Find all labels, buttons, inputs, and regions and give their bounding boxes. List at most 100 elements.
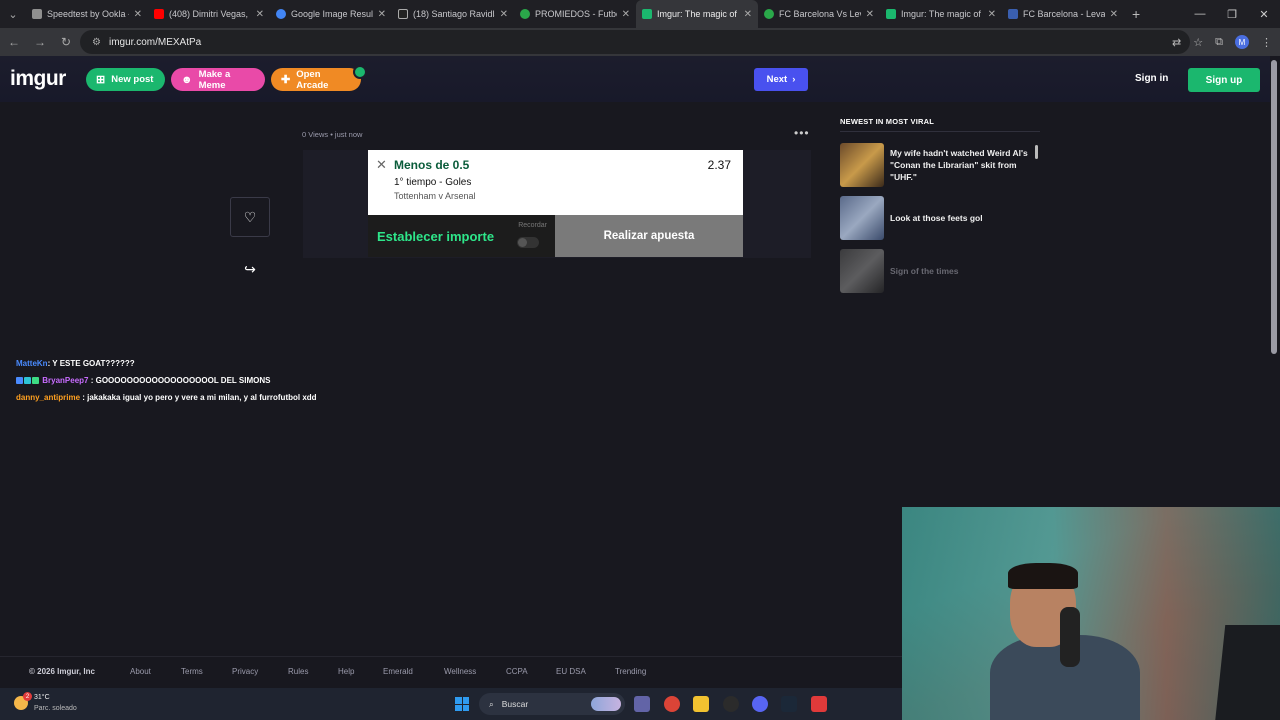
- footer-link-rules[interactable]: Rules: [288, 667, 308, 676]
- bookmark-star-icon[interactable]: ☆: [1193, 36, 1203, 49]
- footer-link-wellness[interactable]: Wellness: [444, 667, 476, 676]
- close-icon[interactable]: ✕: [134, 9, 142, 20]
- window-controls: — ❐ ✕: [1184, 0, 1280, 28]
- search-highlight-icon: [591, 697, 621, 711]
- imgur-logo[interactable]: imgur: [10, 67, 66, 91]
- back-icon[interactable]: ←: [2, 30, 26, 54]
- footer-link-ccpa[interactable]: CCPA: [506, 667, 528, 676]
- close-icon[interactable]: ✕: [500, 9, 508, 20]
- tab-favicon: [276, 9, 286, 19]
- address-bar: ← → ↻ ⚙ imgur.com/MEXAtPa ⇄ ☆ ⧉ M ⋮: [0, 28, 1280, 56]
- close-icon[interactable]: ✕: [866, 9, 874, 20]
- sign-up-button[interactable]: Sign up: [1188, 68, 1260, 92]
- close-icon[interactable]: ✕: [988, 9, 996, 20]
- bet-amount-input[interactable]: Establecer importe Recordar: [368, 215, 555, 257]
- weather-widget[interactable]: 2 31°C Parc. soleado: [12, 692, 92, 716]
- place-bet-button[interactable]: Realizar apuesta: [555, 215, 743, 257]
- browser-tab[interactable]: Google Image Result ✕: [270, 0, 392, 28]
- tab-favicon: [1008, 9, 1018, 19]
- browser-tab[interactable]: (18) Santiago Ravidla ✕: [392, 0, 514, 28]
- profile-avatar[interactable]: M: [1235, 35, 1249, 49]
- chrome-icon[interactable]: [664, 696, 680, 712]
- extensions-icon[interactable]: ⧉: [1215, 36, 1223, 49]
- sidebar-divider: [840, 131, 1040, 132]
- open-arcade-button[interactable]: ✚ Open Arcade: [271, 68, 361, 91]
- close-window-icon[interactable]: ✕: [1248, 0, 1280, 28]
- next-post-button[interactable]: Next ›: [754, 68, 808, 91]
- teams-icon[interactable]: [634, 696, 650, 712]
- windows-start-icon[interactable]: [455, 697, 469, 711]
- remember-label: Recordar: [518, 222, 547, 229]
- close-icon[interactable]: ✕: [378, 9, 386, 20]
- new-post-button[interactable]: ⊞ New post: [86, 68, 165, 91]
- tab-search-icon[interactable]: ⌄: [0, 0, 26, 28]
- sidebar-post-item[interactable]: Look at those feets gol: [840, 195, 1040, 241]
- weather-condition: Parc. soleado: [34, 705, 77, 712]
- close-icon[interactable]: ✕: [744, 9, 752, 20]
- close-icon[interactable]: ✕: [1110, 9, 1118, 20]
- browser-tab[interactable]: PROMIEDOS - Futbol ✕: [514, 0, 636, 28]
- browser-tab[interactable]: Speedtest by Ookla - ✕: [26, 0, 148, 28]
- browser-tab-active[interactable]: Imgur: The magic of ✕: [636, 0, 758, 28]
- taskbar-search-input[interactable]: ⌕ Buscar: [479, 693, 625, 715]
- weather-badge: 2: [23, 692, 32, 701]
- tab-favicon: [154, 9, 164, 19]
- footer-link-trending[interactable]: Trending: [615, 667, 646, 676]
- share-arrow-icon[interactable]: ↪: [240, 259, 260, 279]
- post-thumbnail: [840, 196, 884, 240]
- tab-favicon: [32, 9, 42, 19]
- footer-link-help[interactable]: Help: [338, 667, 354, 676]
- chat-username: MatteKn: [16, 359, 48, 368]
- sidebar-post-title: My wife hadn't watched Weird Al's "Conan…: [890, 148, 1028, 182]
- browser-menu-icon[interactable]: ⋮: [1261, 36, 1272, 49]
- app-icon[interactable]: [723, 696, 739, 712]
- make-meme-button[interactable]: ☻ Make a Meme: [171, 68, 265, 91]
- chevron-right-icon: ›: [792, 74, 796, 85]
- stream-chat: MatteKn: Y ESTE GOAT?????? BryanPeep7 : …: [16, 355, 317, 406]
- forward-icon[interactable]: →: [28, 30, 52, 54]
- tab-favicon: [886, 9, 896, 19]
- sidebar-scrollbar[interactable]: [1035, 145, 1038, 159]
- footer-link-about[interactable]: About: [130, 667, 151, 676]
- sidebar-title: NEWEST IN MOST VIRAL: [840, 117, 934, 126]
- footer-copyright: © 2026 Imgur, Inc: [29, 667, 95, 676]
- close-icon[interactable]: ✕: [376, 157, 387, 173]
- steam-icon[interactable]: [781, 696, 797, 712]
- page-scrollbar[interactable]: [1271, 60, 1277, 354]
- new-tab-icon[interactable]: +: [1132, 6, 1140, 22]
- browser-tab[interactable]: FC Barcelona Vs Leva ✕: [758, 0, 880, 28]
- arcade-notification-badge: [353, 65, 367, 79]
- reload-icon[interactable]: ↻: [54, 30, 78, 54]
- url-input[interactable]: ⚙ imgur.com/MEXAtPa: [80, 30, 1190, 54]
- footer-link-eu-dsa[interactable]: EU DSA: [556, 667, 586, 676]
- chat-message: BryanPeep7 : GOOOOOOOOOOOOOOOOOOL DEL SI…: [16, 372, 317, 389]
- minimize-icon[interactable]: —: [1184, 0, 1216, 28]
- site-info-icon[interactable]: ⚙: [92, 37, 101, 48]
- favorite-button[interactable]: ♡: [230, 197, 270, 237]
- more-options-icon[interactable]: •••: [794, 126, 810, 140]
- sidebar-post-item[interactable]: My wife hadn't watched Weird Al's "Conan…: [840, 142, 1040, 188]
- browser-tab[interactable]: Imgur: The magic of ✕: [880, 0, 1002, 28]
- discord-icon[interactable]: [752, 696, 768, 712]
- translate-icon[interactable]: ⇄: [1172, 36, 1181, 49]
- footer-link-emerald[interactable]: Emerald: [383, 667, 413, 676]
- chat-badge-icon: [16, 377, 23, 385]
- sidebar-post-title: Sign of the times: [890, 266, 959, 276]
- close-icon[interactable]: ✕: [256, 9, 264, 20]
- plus-icon: ⊞: [96, 74, 106, 86]
- file-explorer-icon[interactable]: [693, 696, 709, 712]
- browser-tab[interactable]: (408) Dimitri Vegas, M ✕: [148, 0, 270, 28]
- chat-badge-icon: [24, 377, 31, 385]
- footer-link-privacy[interactable]: Privacy: [232, 667, 258, 676]
- close-icon[interactable]: ✕: [622, 9, 630, 20]
- sign-in-link[interactable]: Sign in: [1135, 73, 1168, 84]
- footer-link-terms[interactable]: Terms: [181, 667, 203, 676]
- ea-app-icon[interactable]: [811, 696, 827, 712]
- sidebar-post-title: Look at those feets gol: [890, 213, 983, 223]
- chat-username: danny_antiprime: [16, 393, 81, 402]
- maximize-icon[interactable]: ❐: [1216, 0, 1248, 28]
- sidebar-post-item[interactable]: Sign of the times: [840, 248, 1040, 294]
- browser-tab[interactable]: FC Barcelona - Levan ✕: [1002, 0, 1124, 28]
- remember-toggle[interactable]: [517, 237, 539, 248]
- chat-text: : jakakaka igual yo pero y vere a mi mil…: [82, 393, 317, 402]
